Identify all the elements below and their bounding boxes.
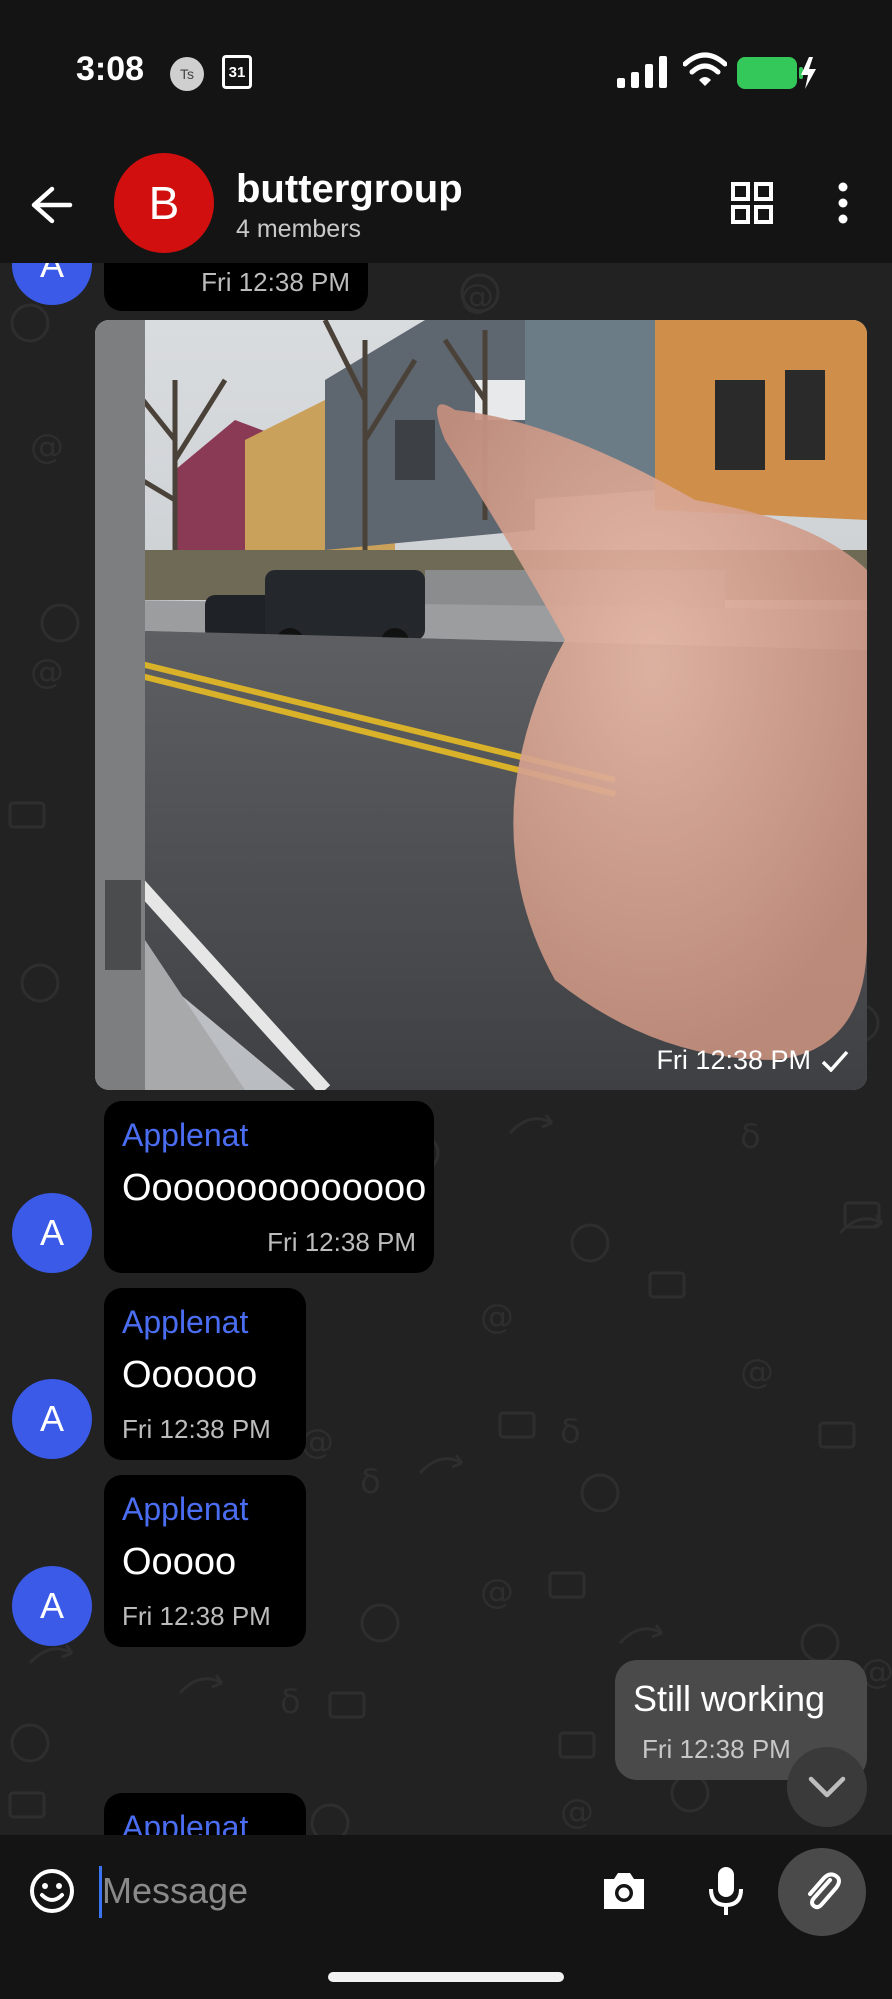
back-arrow-icon[interactable] (30, 185, 74, 225)
svg-text:δ: δ (560, 1412, 581, 1452)
message-time: Fri 12:38 PM (656, 1045, 811, 1075)
sent-check-icon (821, 1050, 849, 1072)
svg-text:@: @ (560, 1792, 594, 1832)
photo-message[interactable]: Fri 12:38 PM (95, 320, 867, 1090)
svg-text:@: @ (460, 277, 494, 317)
message-text: Oooooo (122, 1354, 258, 1396)
message-time: Fri 12:38 PM (201, 267, 350, 297)
group-member-count: 4 members (236, 215, 362, 243)
status-time: 3:08 (76, 50, 145, 88)
svg-text:δ: δ (280, 1682, 301, 1722)
paperclip-icon (808, 1872, 841, 1910)
sender-name[interactable]: Applenat (122, 1809, 248, 1835)
sender-name[interactable]: Applenat (122, 1117, 248, 1154)
message-bubble[interactable]: Fri 12:38 PM (104, 263, 368, 311)
attach-button[interactable] (778, 1848, 866, 1936)
sender-name[interactable]: Applenat (122, 1491, 248, 1528)
calendar-icon: 31 (222, 55, 252, 89)
svg-text:@: @ (740, 1352, 774, 1392)
message-bubble[interactable]: Applenat Ooooo Fri 12:38 PM (104, 1475, 306, 1647)
svg-text:δ: δ (360, 1462, 381, 1502)
svg-text:@: @ (30, 427, 64, 467)
wifi-icon (683, 52, 727, 86)
svg-text:@: @ (480, 1572, 514, 1612)
message-bubble[interactable]: Applenat Oooooooooooooo Fri 12:38 PM (104, 1101, 434, 1273)
grid-icon[interactable] (730, 181, 774, 225)
battery-charging-icon (737, 57, 816, 89)
sender-avatar[interactable]: A (12, 1379, 92, 1459)
message-time: Fri 12:38 PM (642, 1734, 791, 1764)
svg-text:δ: δ (740, 1117, 761, 1157)
camera-icon[interactable] (600, 1869, 648, 1913)
sender-name[interactable]: Applenat (122, 1304, 248, 1341)
message-time: Fri 12:38 PM (267, 1227, 416, 1257)
message-bubble[interactable]: Applenat (104, 1793, 306, 1835)
message-time: Fri 12:38 PM (122, 1414, 271, 1444)
message-text: Still working (633, 1678, 826, 1719)
group-avatar[interactable]: B (114, 153, 214, 253)
more-vertical-icon[interactable] (836, 181, 850, 225)
message-text: Ooooo (122, 1541, 237, 1583)
message-input[interactable] (102, 1861, 582, 1921)
message-composer (0, 1835, 892, 1999)
sender-avatar[interactable]: A (12, 1566, 92, 1646)
photo-timestamp: Fri 12:38 PM (656, 1045, 849, 1076)
group-title[interactable]: buttergroup (236, 167, 463, 212)
scroll-to-bottom-button[interactable] (787, 1747, 867, 1827)
microphone-icon[interactable] (708, 1865, 744, 1917)
signal-icon (617, 56, 667, 88)
status-bar: 3:08 Ts 31 (0, 0, 892, 145)
emoji-icon[interactable] (28, 1867, 76, 1915)
home-indicator[interactable] (328, 1972, 564, 1982)
svg-text:@: @ (30, 652, 64, 692)
message-bubble[interactable]: Applenat Oooooo Fri 12:38 PM (104, 1288, 306, 1460)
chat-header: B buttergroup 4 members (0, 145, 892, 263)
message-list[interactable]: @@@ @@@ @@@ @δδ δδδ A Fri 12:38 PM (0, 263, 892, 1835)
street-photo-image (95, 320, 867, 1090)
chevron-down-icon (808, 1776, 846, 1798)
message-text: Oooooooooooooo (122, 1167, 427, 1209)
message-time: Fri 12:38 PM (122, 1601, 271, 1631)
sender-avatar[interactable]: A (12, 1193, 92, 1273)
svg-text:@: @ (480, 1297, 514, 1337)
ts-app-icon: Ts (170, 57, 204, 91)
